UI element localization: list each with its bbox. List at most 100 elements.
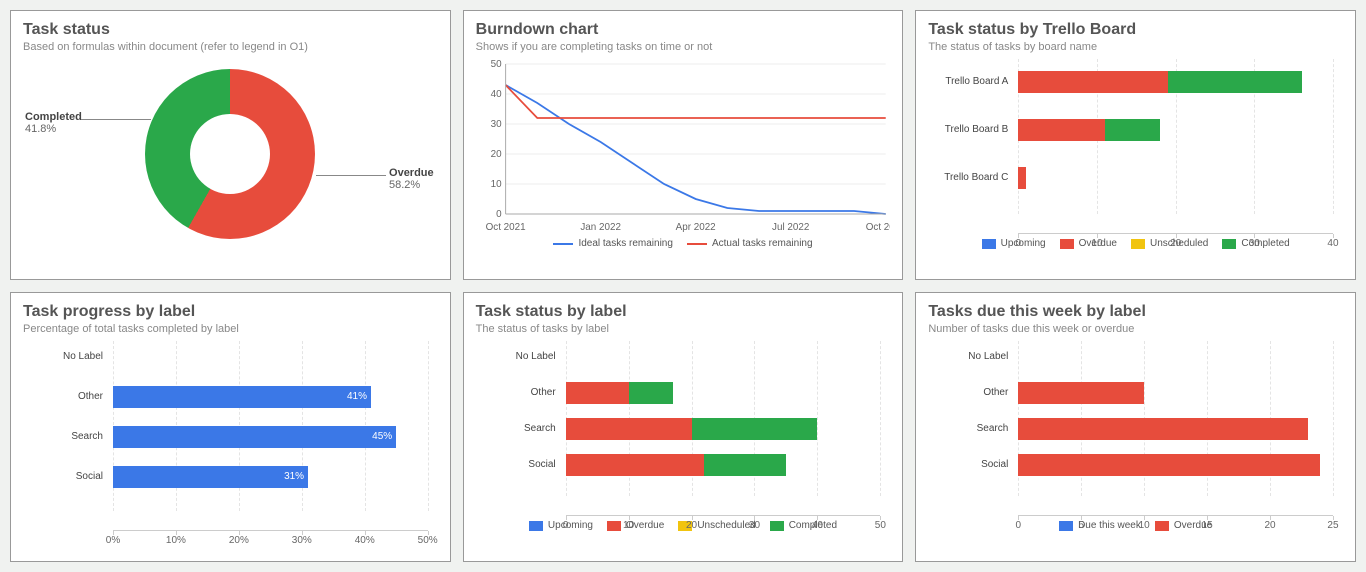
bar-segment bbox=[1105, 119, 1160, 141]
bar-row bbox=[1018, 382, 1333, 404]
category-label: No Label bbox=[928, 346, 1013, 368]
category-label: No Label bbox=[476, 346, 561, 368]
legend: Upcoming Overdue Unscheduled Completed bbox=[928, 238, 1343, 249]
bar-segment bbox=[704, 454, 786, 476]
card-title: Task status by Trello Board bbox=[928, 21, 1343, 39]
legend-item-overdue: Overdue bbox=[607, 520, 664, 531]
bar-segment bbox=[1018, 454, 1320, 476]
card-title: Tasks due this week by label bbox=[928, 303, 1343, 321]
svg-text:Jan 2022: Jan 2022 bbox=[580, 222, 621, 233]
bar-row bbox=[113, 466, 428, 488]
x-axis: 010203040 bbox=[1018, 233, 1333, 234]
legend-item-actual: Actual tasks remaining bbox=[687, 238, 813, 249]
bar-chart: 0%10%20%30%40%50%No Label Other 41% Sear… bbox=[23, 341, 438, 531]
donut-chart: Completed 41.8% Overdue 58.2% bbox=[23, 59, 438, 249]
category-label: Social bbox=[928, 454, 1013, 476]
legend: Upcoming Overdue Unscheduled Completed bbox=[476, 520, 891, 531]
bar-segment bbox=[1168, 71, 1302, 93]
svg-text:20: 20 bbox=[490, 149, 501, 160]
bar-row bbox=[566, 346, 881, 368]
bar-segment bbox=[1018, 418, 1307, 440]
card-status-by-board: Task status by Trello Board The status o… bbox=[915, 10, 1356, 280]
bar-segment bbox=[113, 426, 396, 448]
stacked-bar-chart: 01020304050No Label Other Search Social bbox=[476, 341, 891, 516]
dashboard-grid: Task status Based on formulas within doc… bbox=[0, 0, 1366, 572]
svg-text:0: 0 bbox=[496, 209, 502, 220]
legend-item-upcoming: Upcoming bbox=[982, 238, 1046, 249]
bar-segment bbox=[113, 466, 308, 488]
category-label: Trello Board A bbox=[928, 71, 1013, 93]
svg-text:Oct 2022: Oct 2022 bbox=[865, 222, 890, 233]
card-subtitle: Shows if you are completing tasks on tim… bbox=[476, 41, 891, 53]
bar-row bbox=[1018, 71, 1333, 93]
category-label: No Label bbox=[23, 346, 108, 368]
category-label: Other bbox=[23, 386, 108, 408]
donut-graphic bbox=[145, 69, 315, 239]
stacked-bar-chart: 0510152025 No Label Other Search Social bbox=[928, 341, 1343, 516]
legend-item-ideal: Ideal tasks remaining bbox=[553, 238, 673, 249]
bar-segment bbox=[1018, 382, 1144, 404]
legend: Ideal tasks remaining Actual tasks remai… bbox=[476, 238, 891, 249]
legend-item-completed: Completed bbox=[770, 520, 837, 531]
bar-row bbox=[1018, 346, 1333, 368]
bar-segment bbox=[1018, 119, 1105, 141]
bar-row bbox=[566, 418, 881, 440]
svg-text:30: 30 bbox=[490, 119, 501, 130]
card-subtitle: The status of tasks by board name bbox=[928, 41, 1343, 53]
category-label: Social bbox=[476, 454, 561, 476]
card-status-by-label: Task status by label The status of tasks… bbox=[463, 292, 904, 562]
x-axis: 0510152025 bbox=[1018, 515, 1333, 516]
card-subtitle: Based on formulas within document (refer… bbox=[23, 41, 438, 53]
bar-row bbox=[113, 426, 428, 448]
svg-text:50: 50 bbox=[490, 59, 501, 70]
svg-text:40: 40 bbox=[490, 89, 501, 100]
bar-segment bbox=[1018, 71, 1167, 93]
legend-item-upcoming: Upcoming bbox=[529, 520, 593, 531]
legend-item-overdue: Overdue bbox=[1060, 238, 1117, 249]
svg-text:Oct 2021: Oct 2021 bbox=[485, 222, 525, 233]
bar-segment bbox=[566, 418, 692, 440]
stacked-bar-chart: 010203040 Trello Board A Trello Board B T… bbox=[928, 59, 1343, 234]
card-subtitle: The status of tasks by label bbox=[476, 323, 891, 335]
card-title: Task status by label bbox=[476, 303, 891, 321]
bar-row bbox=[566, 382, 881, 404]
card-subtitle: Percentage of total tasks completed by l… bbox=[23, 323, 438, 335]
category-label: Trello Board B bbox=[928, 119, 1013, 141]
card-title: Task progress by label bbox=[23, 303, 438, 321]
x-axis: 0%10%20%30%40%50% bbox=[113, 530, 428, 531]
bar-row bbox=[1018, 167, 1333, 189]
card-task-status: Task status Based on formulas within doc… bbox=[10, 10, 451, 280]
bar-segment bbox=[566, 382, 629, 404]
bar-row bbox=[113, 346, 428, 368]
category-label: Trello Board C bbox=[928, 167, 1013, 189]
bar-segment bbox=[629, 382, 673, 404]
callout-completed: Completed 41.8% bbox=[25, 111, 82, 135]
legend-item-due-this-week: Due this week bbox=[1059, 520, 1141, 531]
card-title: Burndown chart bbox=[476, 21, 891, 39]
card-burndown: Burndown chart Shows if you are completi… bbox=[463, 10, 904, 280]
category-label: Search bbox=[23, 426, 108, 448]
callout-line-left bbox=[81, 119, 151, 120]
bar-row bbox=[1018, 418, 1333, 440]
card-subtitle: Number of tasks due this week or overdue bbox=[928, 323, 1343, 335]
bar-segment bbox=[1018, 167, 1026, 189]
bar-segment bbox=[113, 386, 371, 408]
svg-text:Jul 2022: Jul 2022 bbox=[772, 222, 810, 233]
bar-row bbox=[566, 454, 881, 476]
bar-segment bbox=[692, 418, 818, 440]
category-label: Other bbox=[928, 382, 1013, 404]
bar-row bbox=[1018, 119, 1333, 141]
bar-row bbox=[1018, 454, 1333, 476]
card-due-this-week: Tasks due this week by label Number of t… bbox=[915, 292, 1356, 562]
category-label: Search bbox=[928, 418, 1013, 440]
bar-row bbox=[113, 386, 428, 408]
category-label: Social bbox=[23, 466, 108, 488]
bar-segment bbox=[566, 454, 704, 476]
callout-overdue: Overdue 58.2% bbox=[389, 167, 434, 191]
legend: Due this week Overdue bbox=[928, 520, 1343, 531]
callout-line-right bbox=[316, 175, 386, 176]
category-label: Search bbox=[476, 418, 561, 440]
line-chart: 01020304050Oct 2021Jan 2022Apr 2022Jul 2… bbox=[476, 59, 891, 234]
x-axis: 01020304050 bbox=[566, 515, 881, 516]
svg-text:Apr 2022: Apr 2022 bbox=[675, 222, 715, 233]
